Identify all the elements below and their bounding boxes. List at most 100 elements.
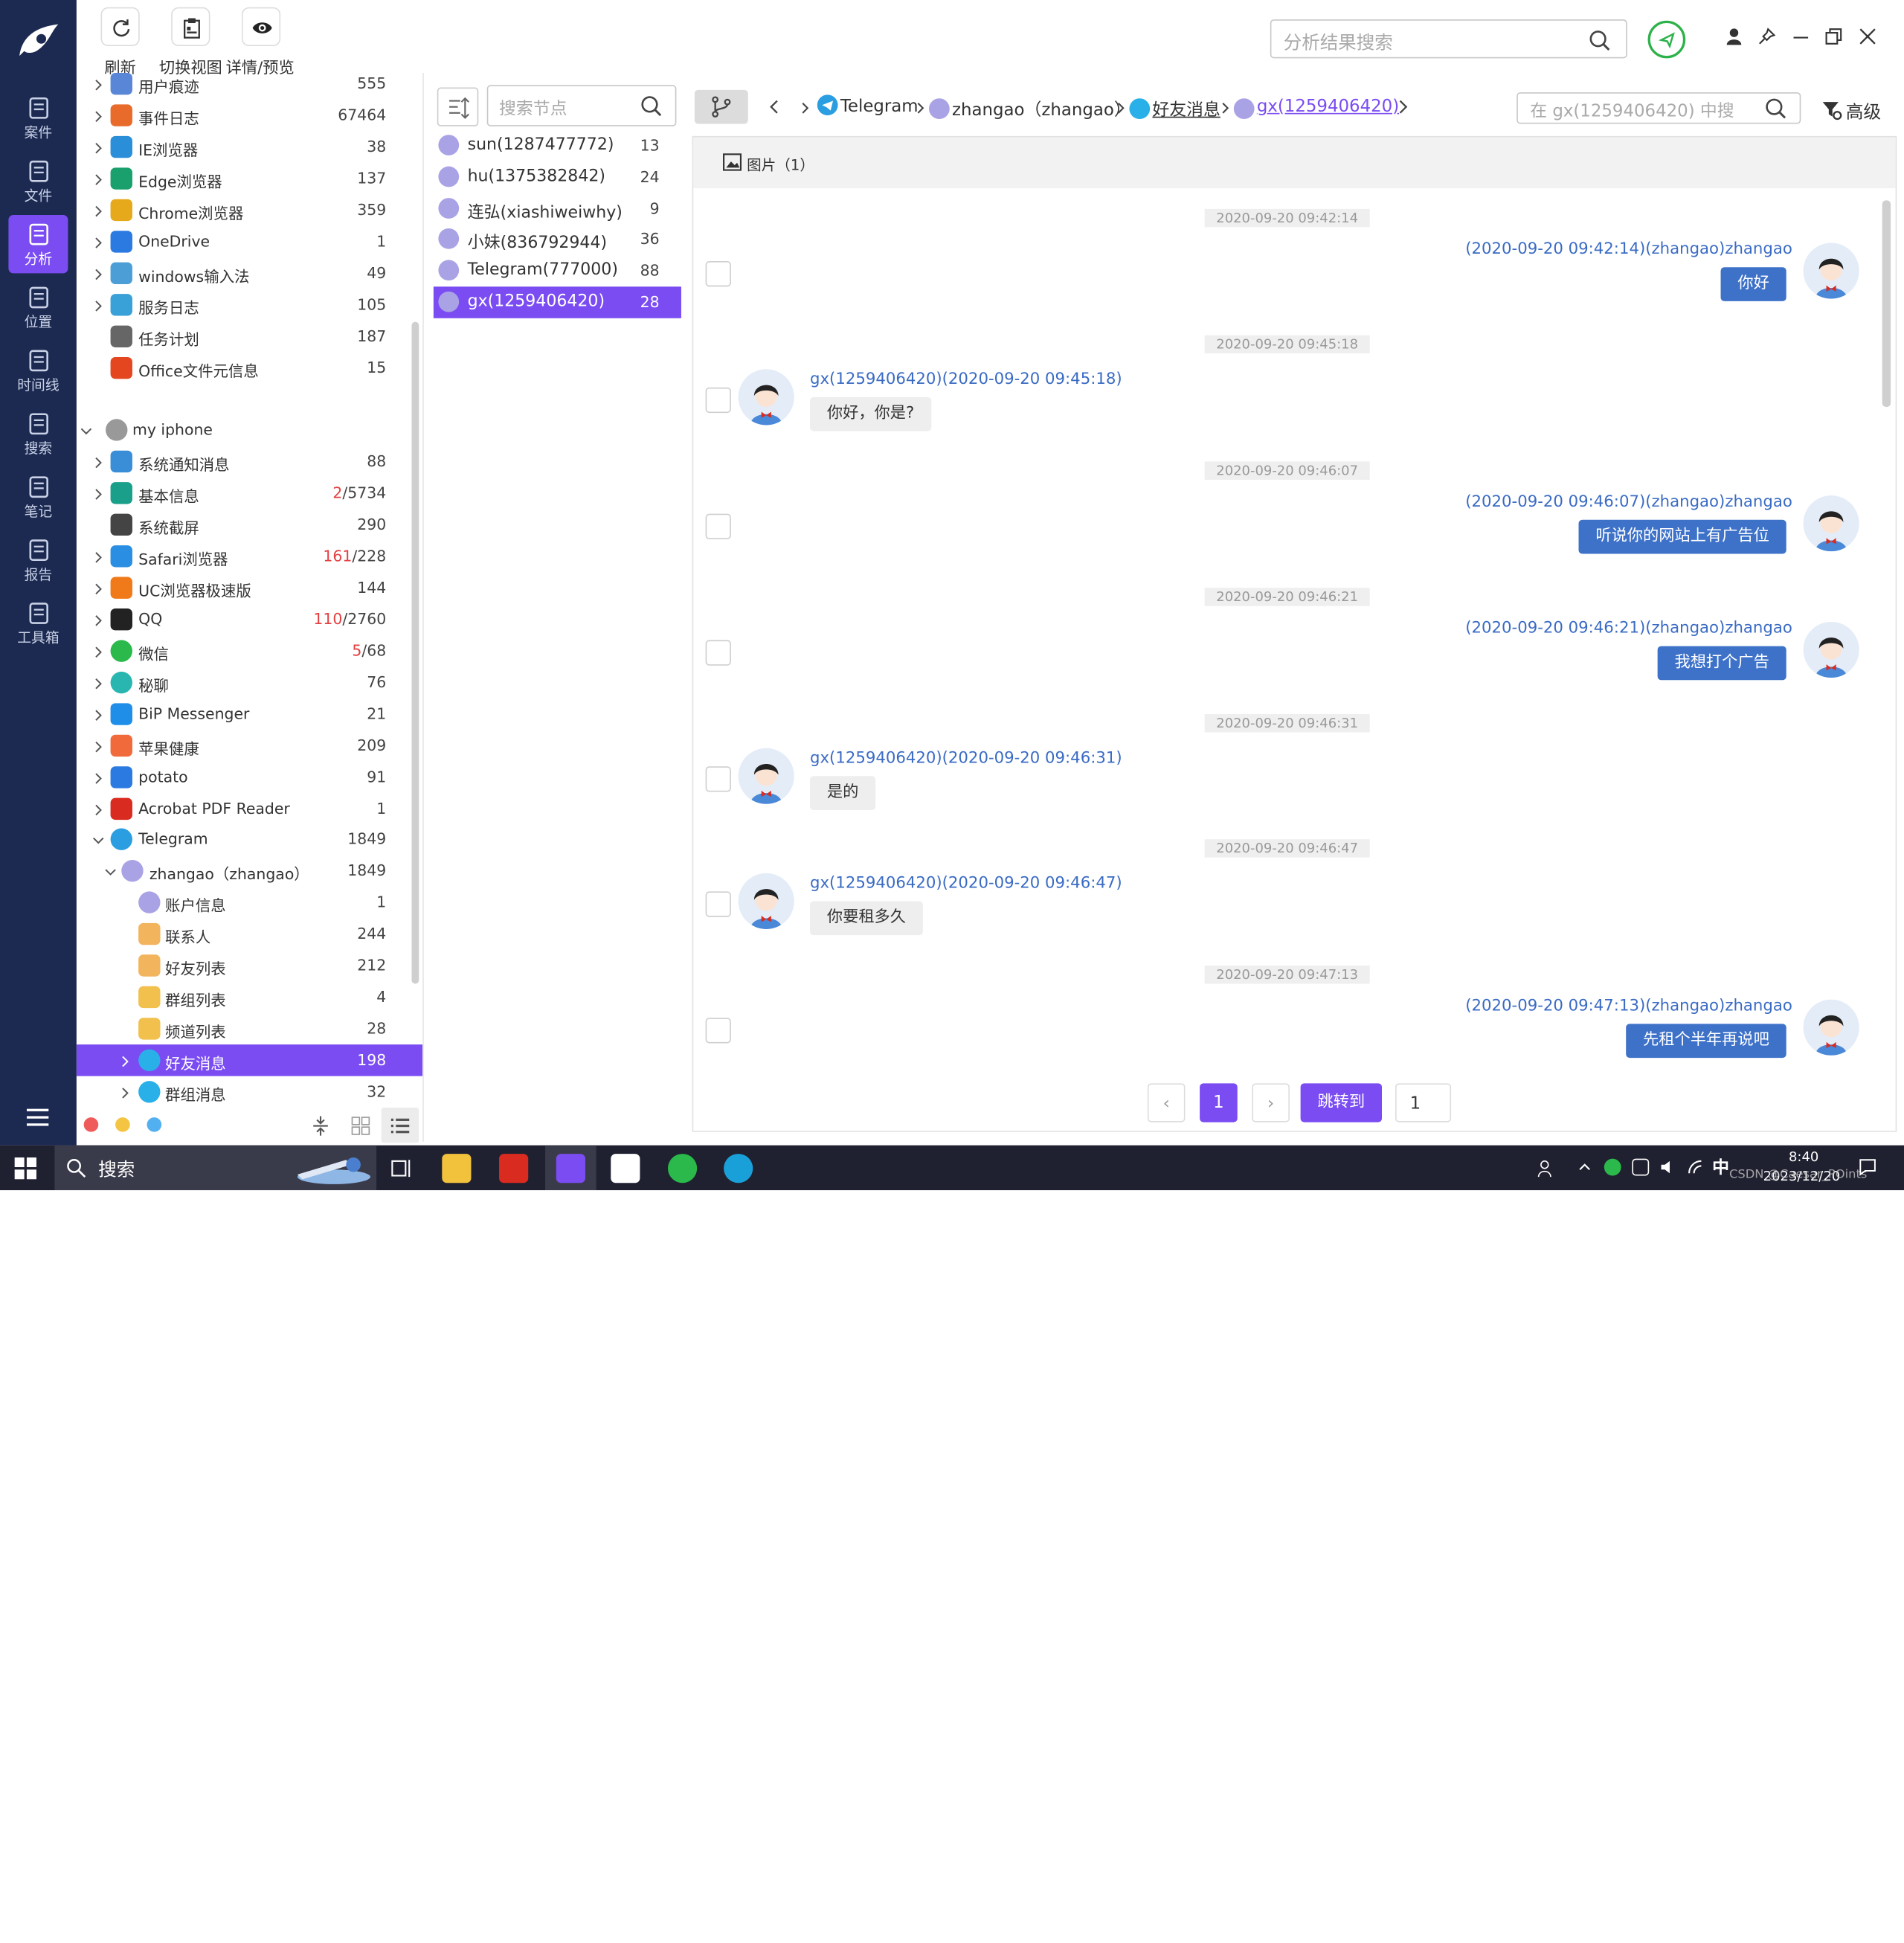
message-bubble[interactable]: 你要租多久 (810, 901, 923, 936)
chevron-right-icon[interactable] (92, 77, 104, 91)
close-icon[interactable] (1858, 27, 1877, 46)
chevron-right-icon[interactable] (119, 1053, 131, 1067)
tree-item[interactable]: Edge浏览器 137 (77, 163, 422, 194)
tree-item[interactable]: 服务日志 105 (77, 289, 422, 321)
tree-item[interactable]: OneDrive 1 (77, 226, 422, 257)
tree-item[interactable]: 好友列表 212 (77, 950, 422, 981)
chevron-right-icon[interactable] (92, 108, 104, 122)
tree-item[interactable]: 秘聊 76 (77, 667, 422, 698)
nav-analysis[interactable]: 分析 (8, 214, 68, 274)
page-1-button[interactable]: 1 (1200, 1083, 1238, 1123)
details-preview-button[interactable] (241, 7, 281, 47)
message-select-checkbox[interactable] (705, 766, 731, 792)
chevron-right-icon[interactable] (92, 802, 104, 816)
node-search-input[interactable]: 搜索节点 (486, 85, 677, 126)
wifi-icon[interactable] (1687, 1159, 1704, 1176)
red-dot-icon[interactable] (83, 1117, 99, 1132)
tree-item[interactable]: zhangao（zhangao） 1849 (77, 855, 422, 886)
prev-page-button[interactable]: ‹ (1147, 1083, 1186, 1123)
forward-icon[interactable] (1397, 100, 1409, 115)
chevron-right-icon[interactable] (92, 707, 104, 721)
message-select-checkbox[interactable] (705, 513, 731, 539)
nav-search[interactable]: 搜索 (8, 405, 68, 463)
tree-item[interactable]: windows输入法 49 (77, 257, 422, 289)
tree-item[interactable]: 联系人 244 (77, 918, 422, 949)
page-number-input[interactable]: 1 (1395, 1083, 1452, 1123)
tree-scrollbar[interactable] (411, 321, 419, 984)
chevron-down-icon[interactable] (104, 864, 116, 876)
tree-item[interactable]: 账户信息 1 (77, 887, 422, 918)
chevron-right-icon[interactable] (92, 643, 104, 658)
nav-notes[interactable]: 笔记 (8, 468, 68, 526)
tray-app-icon[interactable] (1632, 1158, 1650, 1176)
task-view-icon[interactable] (391, 1157, 413, 1179)
breadcrumb-telegram[interactable]: Telegram (840, 97, 919, 117)
nav-file[interactable]: 文件 (8, 152, 68, 210)
volume-icon[interactable] (1660, 1159, 1677, 1176)
refresh-button[interactable] (100, 7, 140, 47)
tree-item[interactable]: Acrobat PDF Reader 1 (77, 793, 422, 824)
branch-button[interactable] (694, 89, 748, 124)
analysis-search-input[interactable]: 分析结果搜索 (1270, 19, 1627, 59)
chevron-right-icon[interactable] (92, 171, 104, 185)
chevron-right-icon[interactable] (92, 612, 104, 626)
node-item[interactable]: hu(1375382842) 24 (434, 161, 681, 193)
chevron-right-icon[interactable] (92, 266, 104, 280)
typora-icon[interactable] (611, 1154, 640, 1184)
pin-icon[interactable] (1757, 27, 1777, 46)
location-status-button[interactable] (1647, 20, 1686, 59)
yellow-dot-icon[interactable] (115, 1117, 130, 1132)
tree-item[interactable]: Safari浏览器 161/228 (77, 541, 422, 572)
menu-icon[interactable] (26, 1108, 51, 1127)
node-item[interactable]: 连弘(xiashiweiwhy) 9 (434, 193, 681, 224)
chat-scrollbar[interactable] (1882, 200, 1891, 407)
collapse-icon[interactable] (311, 1115, 330, 1137)
taskbar-search-input[interactable]: 搜索 (54, 1145, 377, 1191)
active-app-taskbar-button[interactable] (545, 1145, 596, 1191)
message-bubble[interactable]: 听说你的网站上有广告位 (1578, 519, 1786, 554)
message-select-checkbox[interactable] (705, 640, 731, 666)
notification-center-icon[interactable] (1859, 1159, 1876, 1176)
windows-start-icon[interactable] (14, 1157, 36, 1180)
message-select-checkbox[interactable] (705, 387, 731, 414)
tree-item[interactable]: QQ 110/2760 (77, 603, 422, 635)
chevron-right-icon[interactable] (92, 298, 104, 312)
chevron-right-icon[interactable] (92, 580, 104, 595)
back-icon[interactable] (768, 100, 780, 115)
chevron-right-icon[interactable] (92, 549, 104, 563)
blue-dot-icon[interactable] (147, 1117, 162, 1132)
message-bubble[interactable]: 我想打个广告 (1657, 646, 1786, 681)
wechat-tray-icon[interactable] (1604, 1158, 1621, 1176)
tree-item[interactable]: 群组消息 32 (77, 1076, 422, 1105)
nav-location[interactable]: 位置 (8, 278, 68, 336)
node-item[interactable]: Telegram(777000) 88 (434, 255, 681, 286)
ime-indicator[interactable]: 中 (1712, 1155, 1729, 1180)
tree-item[interactable]: IE浏览器 38 (77, 131, 422, 162)
tree-item[interactable]: my iphone (77, 414, 422, 446)
chevron-right-icon[interactable] (92, 739, 104, 753)
chevron-down-icon[interactable] (92, 832, 104, 844)
tree-item[interactable]: Telegram 1849 (77, 823, 422, 855)
switch-view-button[interactable] (171, 7, 210, 47)
wechat-icon[interactable] (667, 1154, 698, 1184)
chevron-right-icon[interactable] (119, 1085, 131, 1099)
image-filter[interactable]: 图片（1） (747, 154, 814, 175)
advanced-search-icon[interactable] (1821, 100, 1843, 121)
sort-button[interactable] (437, 87, 479, 126)
pdf-reader-icon[interactable] (499, 1154, 529, 1184)
file-explorer-icon[interactable] (442, 1154, 472, 1184)
message-select-checkbox[interactable] (705, 1018, 731, 1044)
breadcrumb-account[interactable]: zhangao（zhangao） (952, 97, 1131, 122)
tree-item[interactable]: 系统截屏 290 (77, 509, 422, 540)
tree-item[interactable]: 任务计划 187 (77, 321, 422, 352)
tree-item[interactable]: potato 91 (77, 762, 422, 793)
node-item[interactable]: gx(1259406420) 28 (433, 286, 681, 318)
tree-item[interactable]: 群组列表 4 (77, 981, 422, 1012)
chevron-right-icon[interactable] (92, 675, 104, 690)
tree-item[interactable]: BiP Messenger 21 (77, 698, 422, 730)
message-bubble[interactable]: 先租个半年再说吧 (1626, 1024, 1786, 1059)
chevron-right-icon[interactable] (92, 234, 104, 248)
advanced-search-button[interactable]: 高级 (1846, 98, 1881, 123)
tray-expand-icon[interactable] (1577, 1160, 1592, 1175)
chevron-right-icon[interactable] (92, 203, 104, 217)
